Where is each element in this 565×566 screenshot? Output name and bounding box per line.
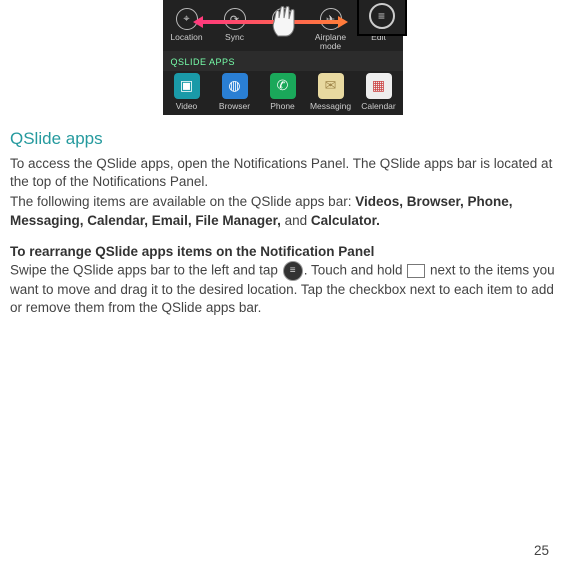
toggle-label: Airplane mode xyxy=(315,33,346,51)
para3-a: Swipe the QSlide apps bar to the left an… xyxy=(10,262,282,277)
video-icon: ▣ xyxy=(174,73,200,99)
app-label: Messaging xyxy=(310,102,351,111)
intro-paragraph-2: The following items are available on the… xyxy=(10,193,555,229)
calendar-icon: ▦ xyxy=(366,73,392,99)
qslide-app-video[interactable]: ▣ Video xyxy=(164,73,210,111)
messaging-icon: ✉ xyxy=(318,73,344,99)
rearrange-paragraph: Swipe the QSlide apps bar to the left an… xyxy=(10,261,555,317)
para3-b: . Touch and hold xyxy=(304,262,407,277)
toggle-sync[interactable]: ⟳ Sync xyxy=(212,8,258,51)
toggle-label: Location xyxy=(170,33,202,42)
intro-paragraph-1: To access the QSlide apps, open the Noti… xyxy=(10,155,555,191)
toggle-location[interactable]: ⌖ Location xyxy=(164,8,210,51)
qslide-section-label: QSLIDE APPS xyxy=(163,51,403,71)
qslide-app-browser[interactable]: ◍ Browser xyxy=(212,73,258,111)
para2-prefix: The following items are available on the… xyxy=(10,194,355,209)
qslide-app-messaging[interactable]: ✉ Messaging xyxy=(308,73,354,111)
inline-edit-icon: ≡ xyxy=(283,261,303,281)
page-number: 25 xyxy=(534,543,549,558)
rearrange-subheading: To rearrange QSlide apps items on the No… xyxy=(10,244,555,259)
para2-last-app: Calculator. xyxy=(311,213,380,228)
para2-and: and xyxy=(281,213,311,228)
toggle-airplane[interactable]: ✈ Airplane mode xyxy=(308,8,354,51)
toggle-label: Sync xyxy=(225,33,244,42)
app-label: Calendar xyxy=(361,102,396,111)
app-label: Phone xyxy=(270,102,295,111)
app-label: Browser xyxy=(219,102,250,111)
phone-icon: ✆ xyxy=(270,73,296,99)
inline-drag-handle-icon xyxy=(407,264,425,278)
qslide-app-calendar[interactable]: ▦ Calendar xyxy=(356,73,402,111)
hand-gesture-icon xyxy=(268,2,300,38)
browser-icon: ◍ xyxy=(222,73,248,99)
section-heading: QSlide apps xyxy=(10,129,555,149)
edit-button-callout: ≡ xyxy=(357,0,407,36)
qslide-app-phone[interactable]: ✆ Phone xyxy=(260,73,306,111)
edit-icon: ≡ xyxy=(369,3,395,29)
notification-panel-screenshot: ≡ ⌖ Location ⟳ Sync ✈ Airplane mode ≡ Ed… xyxy=(163,0,403,115)
qslide-apps-row: ▣ Video ◍ Browser ✆ Phone ✉ Messaging ▦ … xyxy=(163,71,403,111)
app-label: Video xyxy=(176,102,198,111)
